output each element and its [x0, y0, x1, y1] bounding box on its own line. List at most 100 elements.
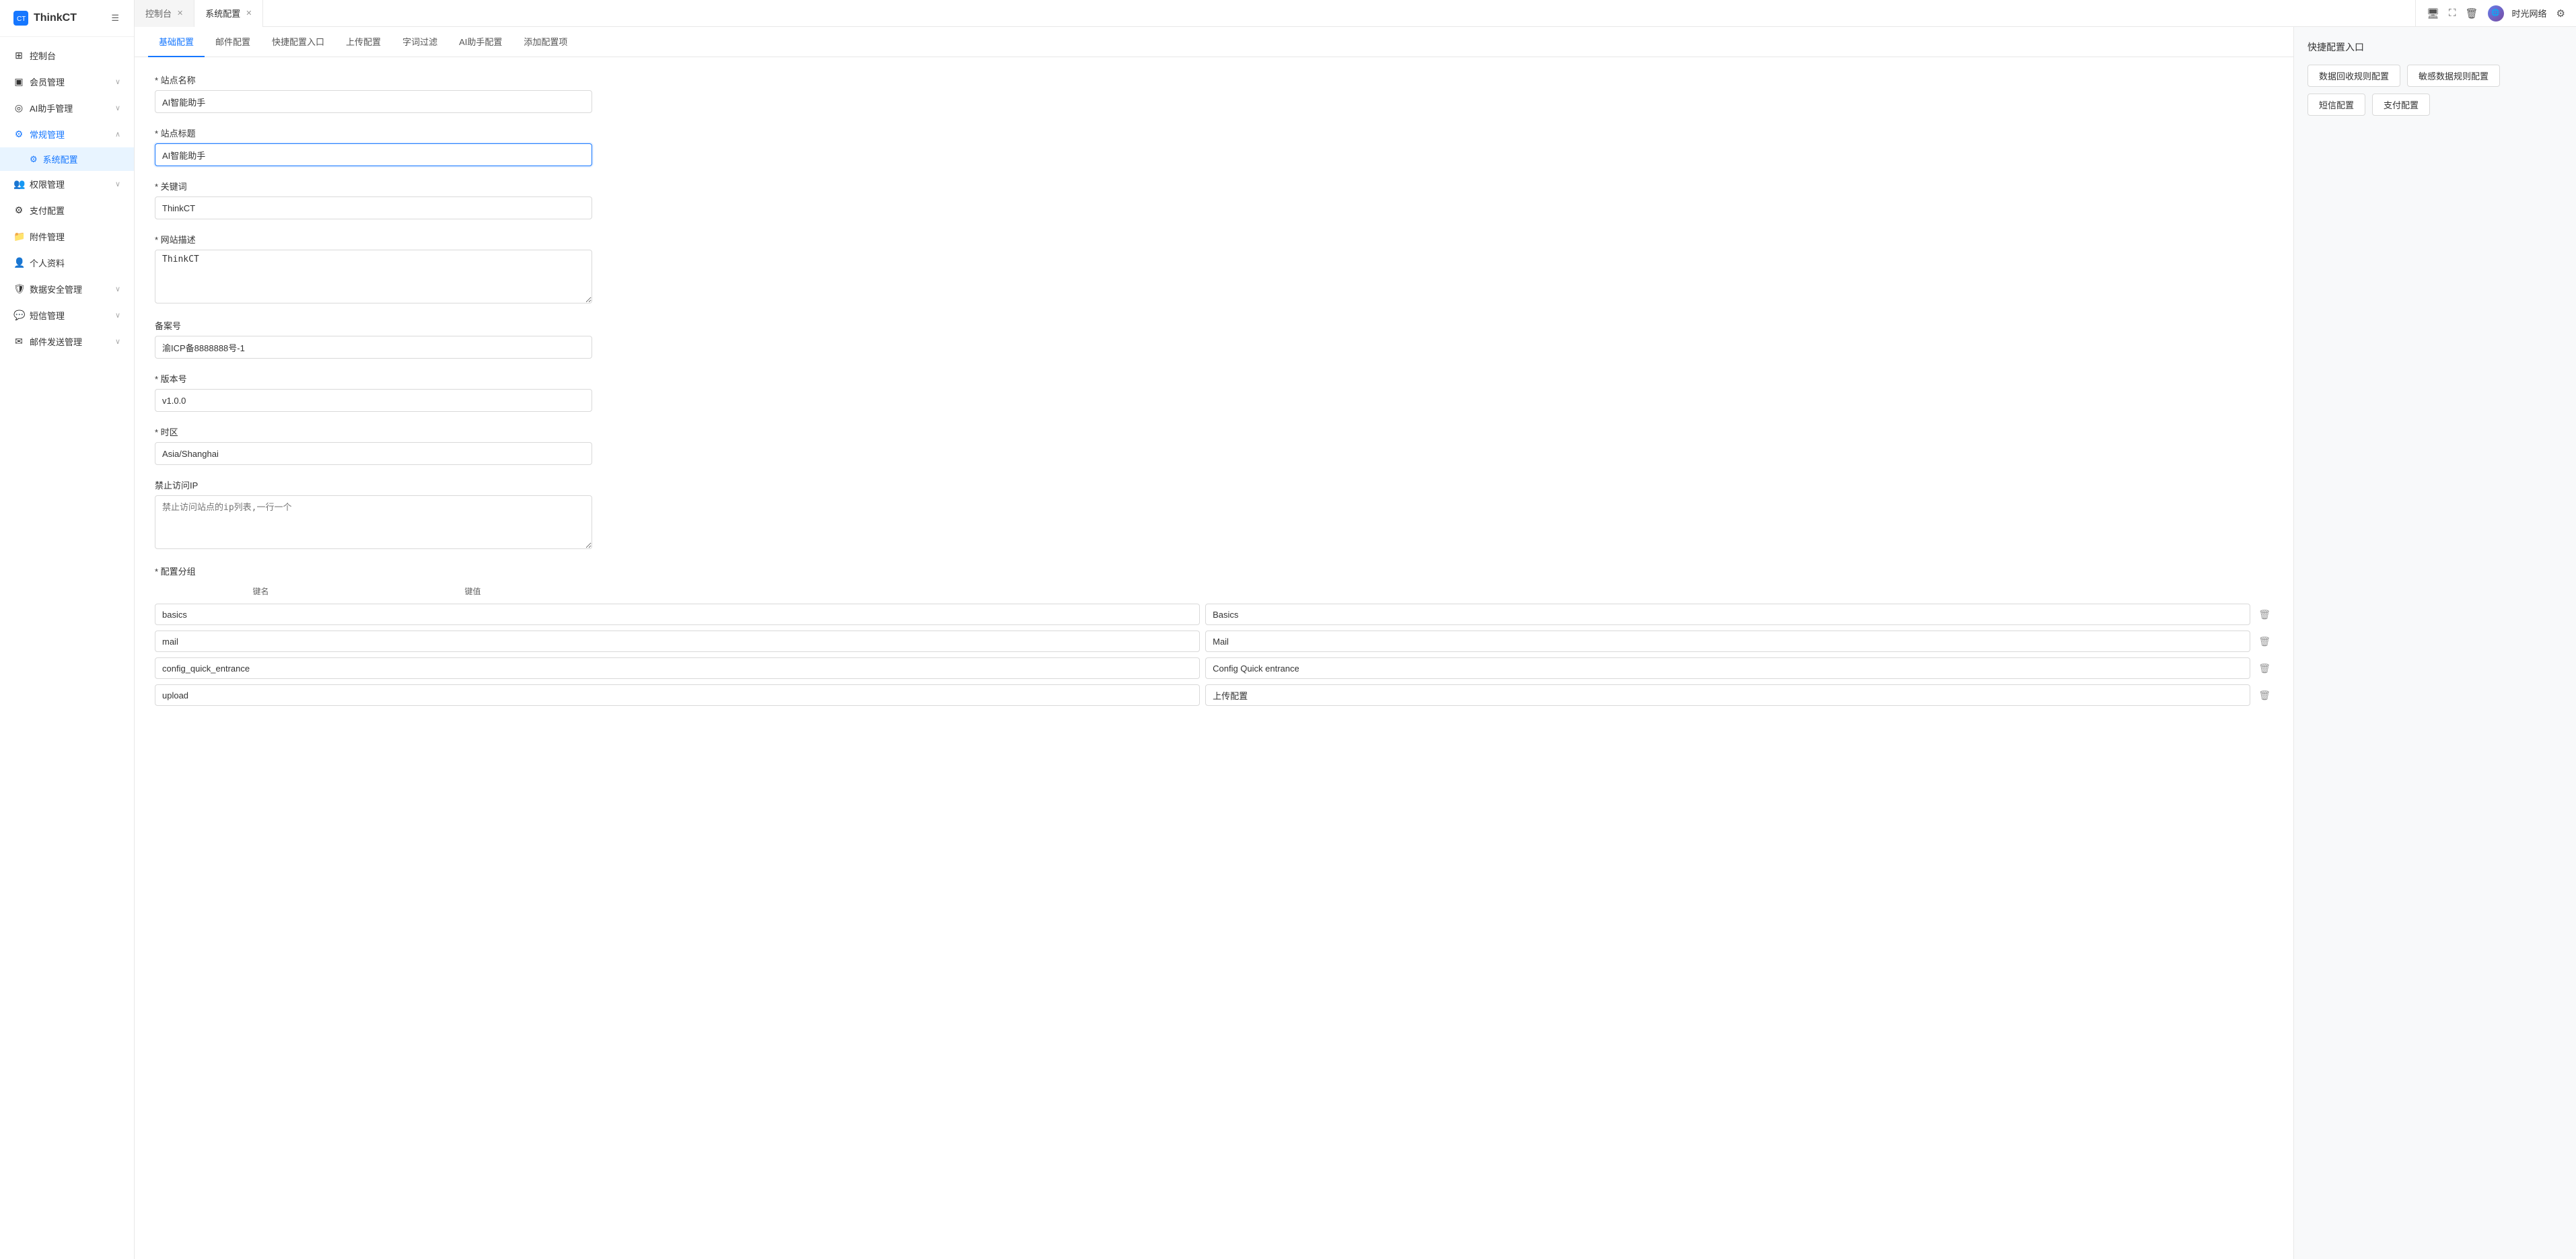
col-val-header: 键值: [367, 585, 579, 597]
logo: CT ThinkCT ☰: [0, 0, 134, 37]
gear-icon: ⚙: [13, 129, 24, 140]
config-key-input[interactable]: [155, 604, 1200, 625]
close-icon[interactable]: ✕: [177, 9, 183, 17]
form-panel: 基础配置 邮件配置 快捷配置入口 上传配置 字词过滤 AI助手配置 添加配置项 …: [135, 27, 2293, 1259]
ai-icon: ◎: [13, 102, 24, 114]
delete-icon[interactable]: 🗑: [2465, 7, 2478, 20]
sub-tab-upload-config[interactable]: 上传配置: [335, 27, 392, 57]
site-name-group: * 站点名称: [155, 73, 2273, 113]
svg-text:CT: CT: [17, 15, 26, 23]
version-label: * 版本号: [155, 372, 2273, 385]
sidebar-item-data-security[interactable]: 🛡 数据安全管理 ∨: [0, 276, 134, 302]
sidebar-item-profile[interactable]: 👤 个人资料: [0, 250, 134, 276]
tab-dashboard[interactable]: 控制台 ✕: [135, 0, 194, 27]
right-panel-buttons: 数据回收规则配置 敏感数据规则配置 短信配置 支付配置: [2307, 65, 2563, 116]
config-group-section: * 配置分组 键名 键值 🗑: [155, 565, 2273, 706]
sidebar-item-email[interactable]: ✉ 邮件发送管理 ∨: [0, 328, 134, 355]
sidebar-item-general[interactable]: ⚙ 常规管理 ∧: [0, 121, 134, 147]
sensitive-data-button[interactable]: 敏感数据规则配置: [2407, 65, 2500, 87]
config-row: 🗑: [155, 604, 2273, 625]
config-val-input[interactable]: [1205, 684, 2250, 706]
sub-tab-quick-config[interactable]: 快捷配置入口: [261, 27, 335, 57]
monitor-icon[interactable]: 🖥: [2427, 7, 2439, 20]
sub-tab-basic-config[interactable]: 基础配置: [148, 27, 205, 57]
sidebar-item-label: 邮件发送管理: [30, 335, 110, 348]
chevron-down-icon: ∨: [115, 337, 120, 346]
keywords-group: * 关键词: [155, 180, 2273, 219]
chevron-down-icon: ∨: [115, 77, 120, 86]
chevron-up-icon: ∧: [115, 130, 120, 139]
chevron-down-icon: ∨: [115, 104, 120, 112]
site-title-label: * 站点标题: [155, 127, 2273, 139]
icp-label: 备案号: [155, 319, 2273, 332]
sidebar-item-label: 附件管理: [30, 230, 120, 243]
payment-config-button[interactable]: 支付配置: [2372, 94, 2430, 116]
config-key-input[interactable]: [155, 631, 1200, 652]
logo-icon: CT: [13, 11, 28, 26]
menu-toggle-button[interactable]: ☰: [110, 11, 120, 25]
sidebar-item-sms[interactable]: 💬 短信管理 ∨: [0, 302, 134, 328]
sidebar-item-payment[interactable]: ⚙ 支付配置: [0, 197, 134, 223]
sub-tab-word-filter[interactable]: 字词过滤: [392, 27, 448, 57]
logo-text: ThinkCT: [34, 12, 77, 24]
config-key-input[interactable]: [155, 657, 1200, 679]
site-desc-group: * 网站描述 ThinkCT: [155, 233, 2273, 305]
close-icon[interactable]: ✕: [246, 9, 252, 17]
sidebar-item-member[interactable]: ▣ 会员管理 ∨: [0, 69, 134, 95]
delete-row-button[interactable]: 🗑: [2256, 633, 2273, 650]
timezone-group: * 时区: [155, 425, 2273, 465]
delete-row-button[interactable]: 🗑: [2256, 660, 2273, 677]
dashboard-icon: ⊞: [13, 50, 24, 61]
site-desc-textarea[interactable]: ThinkCT: [155, 250, 592, 303]
version-input[interactable]: [155, 389, 592, 412]
config-row: 🗑: [155, 657, 2273, 679]
config-val-input[interactable]: [1205, 657, 2250, 679]
sub-tab-ai-config[interactable]: AI助手配置: [448, 27, 513, 57]
sidebar-item-attachment[interactable]: 📁 附件管理: [0, 223, 134, 250]
sidebar-item-dashboard[interactable]: ⊞ 控制台: [0, 42, 134, 69]
sidebar-item-label: AI助手管理: [30, 102, 110, 114]
sms-config-button[interactable]: 短信配置: [2307, 94, 2365, 116]
sidebar-item-label: 常规管理: [30, 128, 110, 141]
sidebar-sub-label: 系统配置: [43, 153, 78, 166]
sidebar-item-system-config[interactable]: ⚙ 系统配置: [0, 147, 134, 171]
sub-tab-email-config[interactable]: 邮件配置: [205, 27, 261, 57]
content-area: 基础配置 邮件配置 快捷配置入口 上传配置 字词过滤 AI助手配置 添加配置项 …: [135, 27, 2576, 1259]
delete-row-button[interactable]: 🗑: [2256, 687, 2273, 704]
config-val-input[interactable]: [1205, 631, 2250, 652]
sidebar-item-label: 支付配置: [30, 204, 120, 217]
tab-system-config[interactable]: 系统配置 ✕: [194, 0, 263, 27]
banned-ip-textarea[interactable]: [155, 495, 592, 549]
chevron-down-icon: ∨: [115, 180, 120, 188]
sidebar-item-label: 控制台: [30, 49, 120, 62]
sms-icon: 💬: [13, 310, 24, 321]
sub-tab-add-config[interactable]: 添加配置项: [513, 27, 578, 57]
config-key-input[interactable]: [155, 684, 1200, 706]
site-name-input[interactable]: [155, 90, 592, 113]
shield-icon: 🛡: [13, 283, 24, 295]
settings-icon[interactable]: ⚙: [2556, 7, 2565, 20]
banned-ip-label: 禁止访问IP: [155, 478, 2273, 491]
data-collection-button[interactable]: 数据回收规则配置: [2307, 65, 2400, 87]
sidebar-item-ai-assistant[interactable]: ◎ AI助手管理 ∨: [0, 95, 134, 121]
expand-icon[interactable]: ⛶: [2449, 7, 2456, 19]
payment-icon: ⚙: [13, 205, 24, 216]
timezone-input[interactable]: [155, 442, 592, 465]
icp-input[interactable]: [155, 336, 592, 359]
config-group-label: * 配置分组: [155, 565, 2273, 577]
sidebar-menu: ⊞ 控制台 ▣ 会员管理 ∨ ◎ AI助手管理 ∨ ⚙ 常规管理 ∧ ⚙ 系统配…: [0, 37, 134, 360]
chevron-down-icon: ∨: [115, 285, 120, 293]
delete-row-button[interactable]: 🗑: [2256, 606, 2273, 623]
sidebar-item-label: 数据安全管理: [30, 283, 110, 295]
config-val-input[interactable]: [1205, 604, 2250, 625]
user-area[interactable]: 🌐 时光网络: [2488, 5, 2547, 22]
col-key-header: 键名: [155, 585, 367, 597]
site-title-group: * 站点标题: [155, 127, 2273, 166]
tabs-bar: 控制台 ✕ 系统配置 ✕ 🖥 ⛶ 🗑 🌐 时光网络 ⚙: [135, 0, 2576, 27]
site-title-input[interactable]: [155, 143, 592, 166]
sidebar-item-permission[interactable]: 👥 权限管理 ∨: [0, 171, 134, 197]
site-name-label: * 站点名称: [155, 73, 2273, 86]
permission-icon: 👥: [13, 178, 24, 190]
folder-icon: 📁: [13, 231, 24, 242]
keywords-input[interactable]: [155, 196, 592, 219]
